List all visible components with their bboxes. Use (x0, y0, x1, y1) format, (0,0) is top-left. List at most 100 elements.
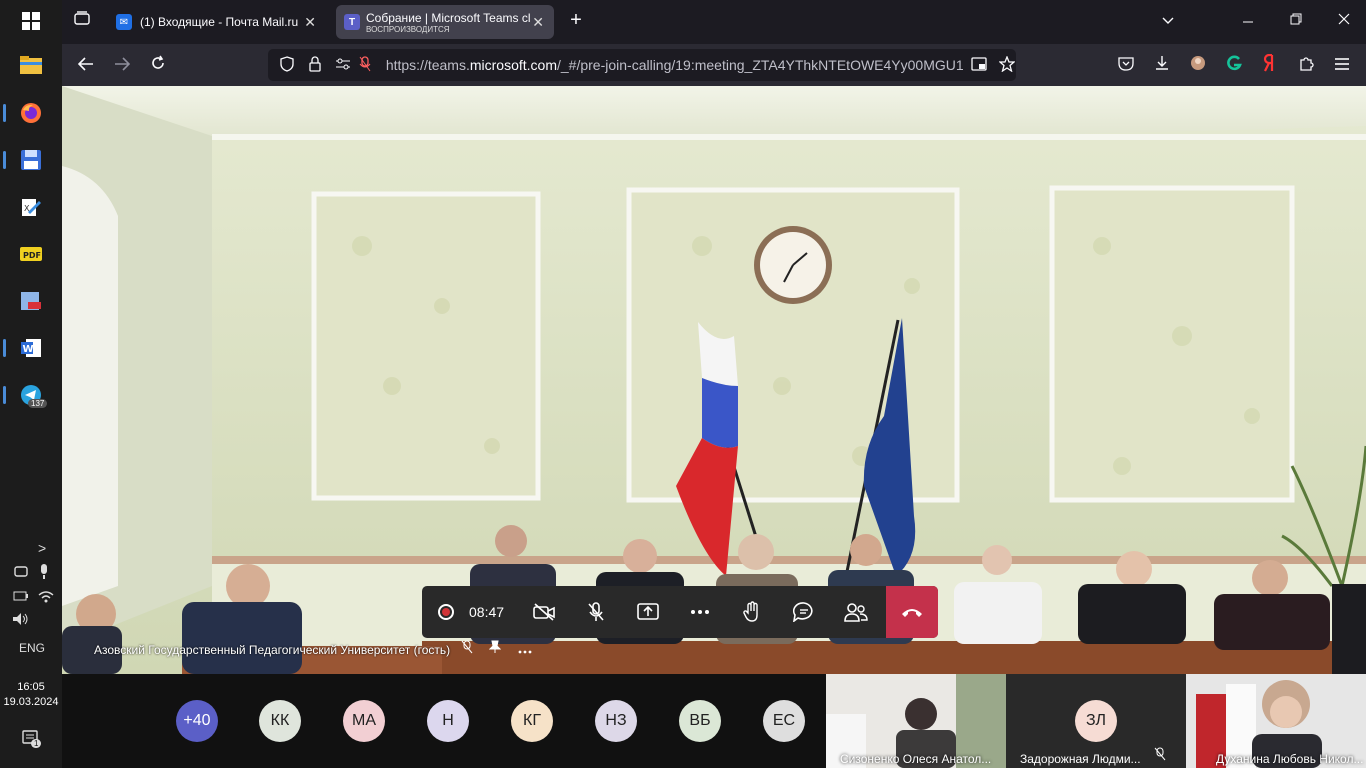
new-tab-button[interactable]: + (564, 9, 588, 31)
url-domain: microsoft.com (469, 57, 557, 73)
wifi-icon[interactable] (38, 590, 54, 607)
participant-video-tile[interactable]: Сизоненко Олеся Анатол... (826, 674, 1006, 768)
expand-tray-icon[interactable]: > (38, 540, 46, 556)
svg-text:W: W (23, 344, 34, 355)
url-path: /_#/pre-join-calling/19:meeting_ZTA4YThk… (556, 57, 965, 73)
tab-mail-title: (1) Входящие - Почта Mail.ru (140, 15, 299, 29)
camera-off-button[interactable] (518, 586, 570, 638)
telegram-badge: 137 (28, 399, 48, 408)
list-all-tabs-icon[interactable] (1158, 12, 1178, 28)
forward-arrow-icon[interactable] (110, 54, 134, 76)
tab-mail[interactable]: ✉ (1) Входящие - Почта Mail.ru ✕ (106, 5, 326, 39)
recording-dot-icon (438, 604, 454, 620)
participants-button[interactable] (830, 586, 882, 638)
yandex-extension-icon[interactable] (1258, 53, 1282, 77)
volume-icon[interactable] (12, 612, 30, 629)
minimize-window-icon[interactable] (1238, 12, 1258, 28)
tab-manager-icon[interactable] (70, 10, 94, 33)
share-screen-button[interactable] (622, 586, 674, 638)
lock-icon[interactable] (306, 55, 324, 75)
room-participant-name: Азовский Государственный Педагогический … (94, 643, 451, 657)
participant-video-tile[interactable]: Духанина Любовь Никол... (1186, 674, 1366, 768)
pdf-editor-icon[interactable] (16, 286, 46, 316)
notifications-icon[interactable]: 1 (22, 730, 42, 751)
battery-icon[interactable] (13, 590, 29, 605)
more-dots-icon (691, 610, 709, 614)
chat-icon (793, 602, 813, 622)
microphone-in-use-icon[interactable] (356, 55, 374, 75)
participant-avatar[interactable]: КГ (511, 700, 553, 742)
word-icon[interactable]: W (3, 333, 46, 363)
account-avatar-icon[interactable] (1186, 54, 1210, 76)
people-icon (844, 603, 868, 622)
leave-call-button[interactable] (886, 586, 938, 638)
app-edit-icon[interactable]: X (16, 192, 46, 222)
browser-tab-bar: ✉ (1) Входящие - Почта Mail.ru ✕ T Собра… (62, 0, 1366, 44)
more-options-icon[interactable] (518, 643, 532, 657)
save-disk-icon[interactable] (3, 145, 46, 175)
participant-avatar[interactable]: КК (259, 700, 301, 742)
pocket-icon[interactable] (1114, 54, 1138, 76)
windows-start-icon[interactable] (16, 6, 46, 36)
tab-teams[interactable]: T Собрание | Microsoft Teams cla ВОСПРОИ… (336, 5, 554, 39)
clock-date: 19.03.2024 (3, 696, 59, 708)
tab-mail-close-icon[interactable]: ✕ (304, 14, 316, 31)
tab-teams-playing: ВОСПРОИЗВОДИТСЯ (366, 24, 450, 34)
muted-mic-icon (1154, 747, 1166, 766)
hang-up-icon (902, 609, 922, 617)
overflow-participants-button[interactable]: +40 (176, 700, 218, 742)
participant-avatar[interactable]: Н (427, 700, 469, 742)
browser-nav-bar: https://teams.microsoft.com/_#/pre-join-… (62, 44, 1366, 86)
tab-teams-title: Собрание | Microsoft Teams cla (366, 10, 531, 25)
raise-hand-button[interactable] (726, 586, 778, 638)
extensions-puzzle-icon[interactable] (1294, 54, 1318, 76)
pdf-reader-icon[interactable]: PDF (16, 239, 46, 269)
system-clock[interactable]: 16:05 19.03.2024 (0, 680, 62, 710)
participant-audio-tile[interactable]: ЗЛ Задорожная Людми... (1006, 674, 1186, 768)
call-controls-bar: 08:47 (422, 586, 938, 638)
participant-avatar[interactable]: МА (343, 700, 385, 742)
file-explorer-icon[interactable] (16, 50, 46, 80)
clock-time: 16:05 (17, 681, 45, 693)
svg-text:X: X (24, 204, 30, 213)
permissions-icon[interactable] (334, 57, 352, 74)
camera-off-icon (533, 603, 555, 621)
firefox-icon[interactable] (3, 98, 46, 128)
participant-name: Духанина Любовь Никол... (1216, 752, 1364, 766)
participant-avatar[interactable]: ВБ (679, 700, 721, 742)
screen-share-icon[interactable] (14, 565, 28, 582)
teams-favicon-icon: T (344, 14, 360, 30)
tab-teams-close-icon[interactable]: ✕ (532, 14, 544, 31)
shield-icon[interactable] (278, 55, 296, 75)
share-screen-icon (637, 603, 659, 620)
close-window-icon[interactable] (1334, 12, 1354, 28)
more-actions-button[interactable] (674, 586, 726, 638)
participant-avatar[interactable]: НЗ (595, 700, 637, 742)
grammarly-extension-icon[interactable] (1222, 54, 1246, 77)
pin-icon[interactable] (488, 640, 504, 657)
participant-avatar[interactable]: ЕС (763, 700, 805, 742)
mail-favicon-icon: ✉ (116, 14, 132, 30)
participant-name: Задорожная Людми... (1020, 752, 1141, 766)
windows-taskbar: X PDF W 137 > ENG 16:05 19.03.2024 1 (0, 0, 62, 768)
back-arrow-icon[interactable] (74, 54, 98, 76)
picture-in-picture-icon[interactable] (970, 56, 988, 74)
mute-button[interactable] (570, 586, 622, 638)
url-text[interactable]: https://teams.microsoft.com/_#/pre-join-… (386, 57, 964, 73)
restore-window-icon[interactable] (1286, 12, 1306, 28)
room-participant-caption: Азовский Государственный Педагогический … (94, 640, 532, 657)
bookmark-star-icon[interactable] (998, 54, 1016, 75)
hamburger-menu-icon[interactable] (1330, 54, 1354, 76)
recording-indicator: 08:47 (422, 604, 518, 620)
reload-icon[interactable] (146, 54, 170, 76)
call-timer: 08:47 (469, 604, 505, 620)
microphone-off-icon (588, 602, 604, 621)
url-prefix: https://teams. (385, 57, 470, 73)
chat-button[interactable] (778, 586, 830, 638)
telegram-icon[interactable]: 137 (3, 380, 48, 410)
language-indicator[interactable]: ENG (19, 641, 45, 655)
downloads-icon[interactable] (1150, 54, 1174, 76)
address-bar[interactable]: https://teams.microsoft.com/_#/pre-join-… (268, 49, 1016, 81)
muted-mic-icon (461, 640, 476, 657)
microphone-tray-icon[interactable] (38, 564, 50, 583)
